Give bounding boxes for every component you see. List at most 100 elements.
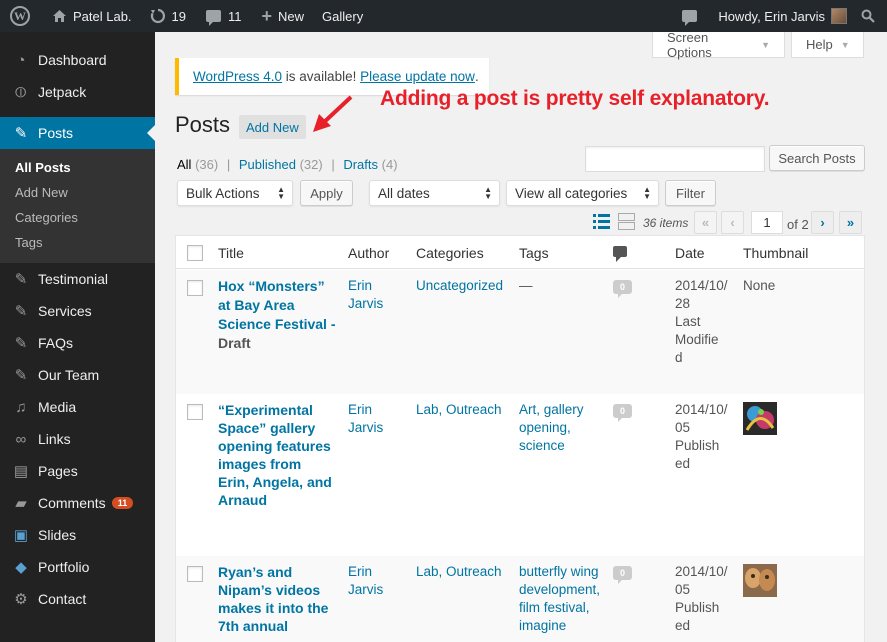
pin-icon: ✎ — [14, 125, 28, 142]
post-status-filters: All (36) | Published (32) | Drafts (4) — [177, 157, 398, 172]
sidebar-item-faqs[interactable]: ✎ FAQs — [0, 327, 155, 359]
comments-icon: ▰ — [15, 495, 27, 512]
sidebar-item-comments[interactable]: ▰ Comments 11 — [0, 487, 155, 519]
search-toggle[interactable] — [854, 0, 887, 32]
row-checkbox[interactable] — [187, 404, 203, 420]
excerpt-view-icon[interactable] — [618, 213, 635, 230]
submenu-categories[interactable]: Categories — [0, 205, 155, 230]
help-button[interactable]: Help ▼ — [791, 32, 864, 58]
sidebar-item-dashboard[interactable]: ◔ Dashboard — [0, 44, 155, 76]
post-categories-link[interactable]: Uncategorized — [416, 277, 503, 295]
updates-count: 19 — [171, 8, 187, 24]
new-content-link[interactable]: + New — [255, 0, 312, 32]
filter-button[interactable]: Filter — [665, 180, 716, 206]
comment-count-bubble[interactable]: 0 — [613, 404, 632, 422]
table-row: “Experimental Space” gallery opening featu… — [176, 394, 864, 556]
apply-button[interactable]: Apply — [300, 180, 353, 206]
media-icon: ♫ — [15, 398, 27, 416]
column-date[interactable]: Date — [675, 245, 705, 261]
notification-link[interactable] — [675, 0, 711, 32]
sidebar-item-links[interactable]: ∞ Links — [0, 423, 155, 455]
post-title-link[interactable]: Hox “Monsters” at Bay Area Science Festiva… — [218, 278, 336, 332]
dates-value: All dates — [378, 185, 430, 201]
sidebar-item-testimonial[interactable]: ✎ Testimonial — [0, 263, 155, 295]
column-title[interactable]: Title — [218, 245, 244, 261]
submenu-all-posts[interactable]: All Posts — [0, 155, 155, 180]
categories-select[interactable]: View all categories ▲ ▼ — [506, 180, 659, 206]
update-now-link[interactable]: Please update now — [360, 69, 475, 84]
current-page-input[interactable]: 1 — [751, 211, 783, 234]
sidebar-item-media[interactable]: ♫ Media — [0, 391, 155, 423]
sidebar-item-slides[interactable]: ▣ Slides — [0, 519, 155, 551]
date-line: Last — [675, 314, 701, 329]
sidebar-item-jetpack[interactable]: ⦶ Jetpack — [0, 76, 155, 108]
filter-drafts-link[interactable]: Drafts (4) — [343, 157, 397, 172]
notification-icon — [682, 10, 698, 26]
sidebar-item-label: Media — [38, 399, 77, 415]
bulk-actions-select[interactable]: Bulk Actions ▲ ▼ — [177, 180, 293, 206]
sidebar-item-posts[interactable]: ✎ Posts — [0, 117, 155, 149]
comment-count-bubble[interactable]: 0 — [613, 280, 632, 298]
search-input[interactable] — [585, 146, 765, 172]
last-page-button[interactable]: » — [839, 211, 862, 234]
prev-page-button[interactable]: ‹ — [721, 211, 744, 234]
sidebar-item-our-team[interactable]: ✎ Our Team — [0, 359, 155, 391]
comments-column-icon[interactable] — [613, 246, 628, 262]
row-checkbox[interactable] — [187, 566, 203, 582]
title-line: Erin, Angela, and — [218, 474, 332, 490]
post-categories-link[interactable]: Lab, Outreach — [416, 563, 502, 581]
title-line: at Bay Area — [218, 297, 295, 313]
next-page-button[interactable]: › — [811, 211, 834, 234]
wordpress-menu[interactable]: W — [0, 0, 37, 32]
post-title-link[interactable]: “Experimental Space” gallery opening featu… — [218, 401, 343, 509]
wordpress-version-link[interactable]: WordPress 4.0 — [193, 69, 282, 84]
search-posts-button[interactable]: Search Posts — [769, 145, 865, 171]
post-categories-link[interactable]: Lab, Outreach — [416, 401, 502, 419]
post-author-link[interactable]: Erin Jarvis — [348, 401, 383, 437]
sidebar-item-contact[interactable]: ⚙ Contact — [0, 583, 155, 615]
post-thumbnail-image[interactable] — [743, 402, 777, 435]
post-title-link[interactable]: Ryan’s and Nipam’s videos makes it into th… — [218, 563, 343, 635]
date-line: 28 — [675, 296, 691, 311]
date-line: Publish — [675, 600, 720, 615]
site-name-link[interactable]: Patel Lab. — [45, 0, 139, 32]
updates-link[interactable]: 19 — [143, 0, 193, 32]
comment-count-bubble[interactable]: 0 — [613, 566, 632, 584]
filter-published-link[interactable]: Published (32) — [239, 157, 323, 172]
select-all-checkbox[interactable] — [187, 245, 203, 261]
screen-options-button[interactable]: Screen Options ▼ — [652, 30, 785, 60]
row-checkbox[interactable] — [187, 280, 203, 296]
author-line: Erin — [348, 564, 373, 579]
sidebar-item-portfolio[interactable]: ◆ Portfolio — [0, 551, 155, 583]
first-page-button[interactable]: « — [694, 211, 717, 234]
gallery-link[interactable]: Gallery — [315, 0, 370, 32]
sidebar-item-services[interactable]: ✎ Services — [0, 295, 155, 327]
table-row: Hox “Monsters” at Bay Area Science Festiva… — [176, 270, 864, 394]
sidebar-separator — [0, 108, 155, 117]
comments-count: 11 — [228, 8, 242, 24]
post-date: 2014/10/05 Publish ed — [675, 401, 728, 473]
list-view-icon[interactable] — [593, 213, 610, 230]
updown-icon: ▲ ▼ — [643, 185, 651, 201]
comments-link[interactable]: 11 — [199, 0, 249, 32]
comment-bubble-icon — [206, 10, 222, 26]
pages-icon: ▤ — [13, 463, 29, 480]
sidebar-item-label: Contact — [38, 591, 87, 607]
post-tags-link[interactable]: Art, gallery opening, science — [519, 401, 584, 455]
updown-icon: ▲ ▼ — [277, 185, 285, 201]
post-thumbnail-image[interactable] — [743, 564, 777, 597]
add-new-button[interactable]: Add New — [239, 115, 306, 139]
submenu-tags[interactable]: Tags — [0, 230, 155, 255]
my-account-link[interactable]: Howdy, Erin Jarvis — [711, 0, 854, 32]
wordpress-logo-icon: W — [10, 6, 30, 26]
filter-all-link[interactable]: All (36) — [177, 157, 218, 172]
filter-published-label: Published — [238, 157, 296, 172]
column-thumbnail: Thumbnail — [743, 245, 809, 261]
dates-select[interactable]: All dates ▲ ▼ — [369, 180, 500, 206]
submenu-add-new[interactable]: Add New — [0, 180, 155, 205]
post-author-link[interactable]: Erin Jarvis — [348, 563, 383, 599]
sidebar-item-pages[interactable]: ▤ Pages — [0, 455, 155, 487]
post-tags-link[interactable]: butterfly wing development, film festival,… — [519, 563, 600, 635]
post-author-link[interactable]: Erin Jarvis — [348, 277, 383, 313]
column-tags: Tags — [519, 245, 549, 261]
